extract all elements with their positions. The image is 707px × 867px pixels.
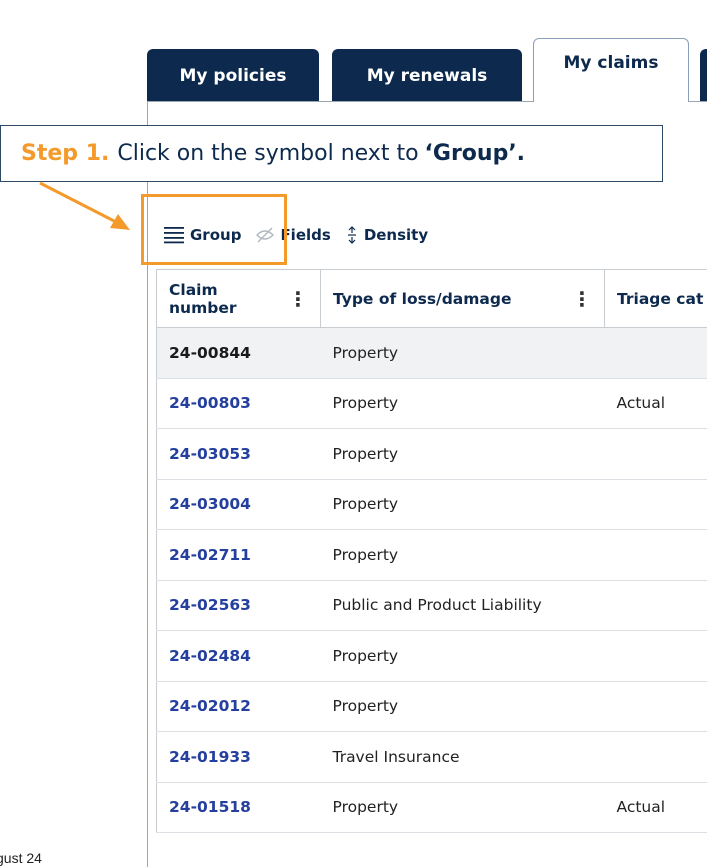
loss-type-cell: Property [320,378,605,429]
group-button[interactable]: Group [163,226,241,244]
claim-number-cell: 24-02012 [156,681,321,732]
triage-cell [604,529,707,581]
table-row[interactable]: 24-01933 Travel Insurance [156,731,707,783]
group-label: Group [190,226,242,244]
claim-number-cell: 24-02484 [156,630,321,682]
loss-type-cell: Property [320,428,605,480]
triage-cell [604,731,707,783]
column-header-type-of-loss[interactable]: Type of loss/damage ⋮ [320,269,605,328]
claim-number-cell: 24-00803 [156,378,321,429]
claim-number-cell: 24-01933 [156,731,321,783]
claim-number-link[interactable]: 24-02711 [169,546,251,564]
triage-cell: Actual [604,378,707,429]
claim-number-link[interactable]: 24-00803 [169,394,251,412]
eye-off-icon [256,227,275,243]
column-menu-icon[interactable]: ⋮ [572,287,592,311]
loss-type-cell: Property [320,529,605,581]
claim-number-cell: 24-00844 [156,327,321,379]
table-row[interactable]: 24-02711 Property [156,529,707,581]
claim-number-cell: 24-02711 [156,529,321,581]
claim-number-link[interactable]: 24-00844 [169,344,251,362]
table-row[interactable]: 24-03004 Property [156,479,707,530]
table-row[interactable]: 24-03053 Property [156,428,707,480]
density-label: Density [363,226,429,244]
table-row[interactable]: 24-02012 Property [156,681,707,732]
group-icon[interactable] [163,226,185,244]
table-row[interactable]: 24-01518 Property Actual [156,782,707,833]
loss-type-cell: Property [320,327,605,379]
claim-number-link[interactable]: 24-02484 [169,647,251,665]
density-icon [347,226,356,244]
loss-type-cell: Property [320,479,605,530]
triage-cell: Actual [604,782,707,833]
triage-cell [604,630,707,682]
triage-cell [604,327,707,379]
claim-number-link[interactable]: 24-02012 [169,697,251,715]
claim-number-cell: 24-03053 [156,428,321,480]
claim-number-link[interactable]: 24-03004 [169,495,251,513]
footer-date-text: gust 24 [0,850,42,866]
triage-cell [604,681,707,732]
density-button[interactable]: Density [345,226,428,244]
claim-number-cell: 24-03004 [156,479,321,530]
column-header-triage[interactable]: Triage cat [604,269,707,328]
claims-table: Claim number ⋮ Type of loss/damage ⋮ Triag… [156,269,707,833]
claim-number-link[interactable]: 24-01933 [169,748,251,766]
loss-type-cell: Travel Insurance [320,731,605,783]
triage-cell [604,428,707,480]
claim-number-cell: 24-02563 [156,580,321,631]
claim-number-link[interactable]: 24-03053 [169,445,251,463]
loss-type-cell: Property [320,782,605,833]
claim-number-link[interactable]: 24-02563 [169,596,251,614]
claim-number-link[interactable]: 24-01518 [169,798,251,816]
fields-button[interactable]: Fields [255,226,331,244]
loss-type-cell: Property [320,630,605,682]
table-row[interactable]: 24-02563 Public and Product Liability [156,580,707,631]
table-row[interactable]: 24-00803 Property Actual [156,378,707,429]
loss-type-cell: Property [320,681,605,732]
column-menu-icon[interactable]: ⋮ [288,289,308,309]
table-header-row: Claim number ⋮ Type of loss/damage ⋮ Triag… [156,269,707,328]
fields-label: Fields [280,226,331,244]
triage-cell [604,580,707,631]
claim-number-cell: 24-01518 [156,782,321,833]
loss-type-cell: Public and Product Liability [320,580,605,631]
grid-toolbar: Group Fields Density [163,219,442,251]
triage-cell [604,479,707,530]
table-row[interactable]: 24-00844 Property [156,327,707,379]
table-row[interactable]: 24-02484 Property [156,630,707,682]
column-header-claim-number[interactable]: Claim number ⋮ [156,269,321,328]
